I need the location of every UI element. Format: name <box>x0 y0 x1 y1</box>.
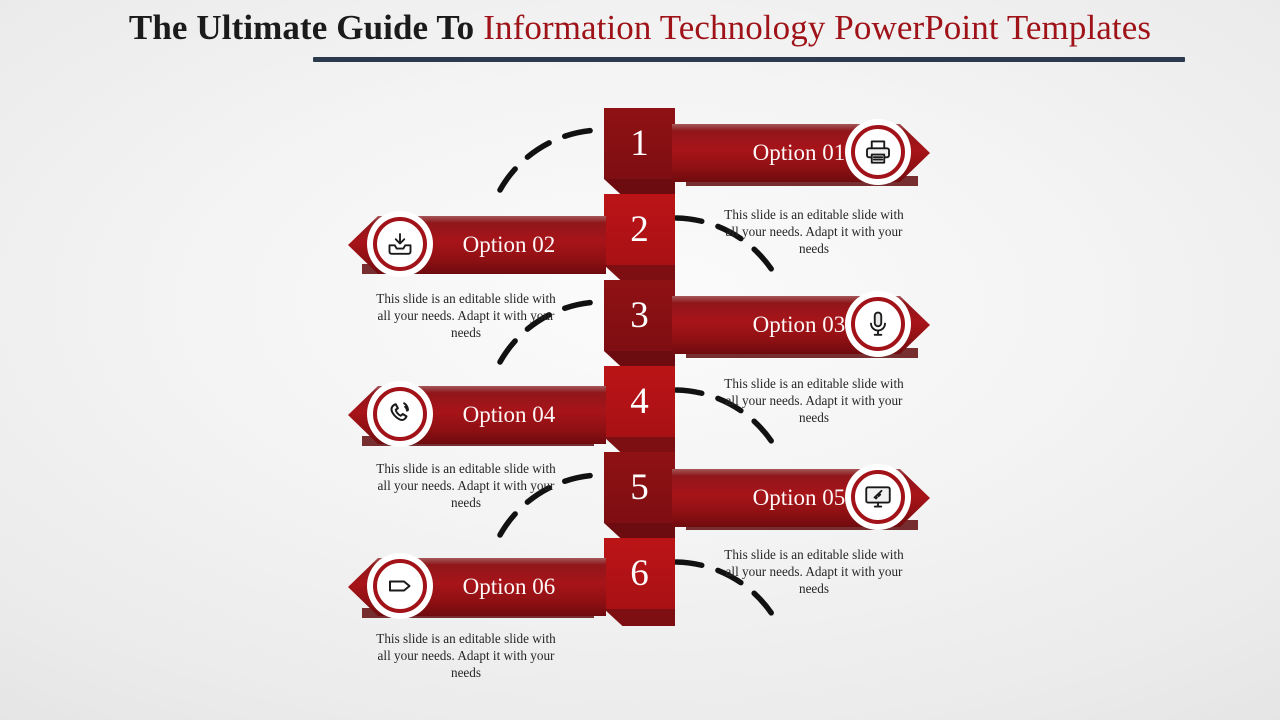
option-banner-1[interactable]: Option 01 <box>672 119 930 185</box>
option-banner-6[interactable]: Option 06 <box>348 553 606 619</box>
option-banner-3[interactable]: Option 03 <box>672 291 930 357</box>
option-label-4: Option 04 <box>462 402 556 427</box>
tag-label-icon <box>367 553 433 619</box>
microphone-icon <box>845 291 911 357</box>
option-description-3: This slide is an editable slide with all… <box>724 376 904 425</box>
number-block-1[interactable]: 1 <box>604 108 675 179</box>
option-description-5: This slide is an editable slide with all… <box>724 547 904 596</box>
option-description-2: This slide is an editable slide with all… <box>376 291 556 340</box>
desktop-monitor-icon <box>845 464 911 530</box>
number-fold-6 <box>604 609 675 626</box>
number-block-6[interactable]: 6 <box>604 538 675 609</box>
download-inbox-icon <box>367 211 433 277</box>
option-description-6: This slide is an editable slide with all… <box>376 631 556 680</box>
number-block-5[interactable]: 5 <box>604 452 675 523</box>
number-column: 1 2 3 4 5 6 <box>0 0 1280 720</box>
option-banner-5[interactable]: Option 05 <box>672 464 930 530</box>
phone-call-icon <box>367 381 433 447</box>
number-block-3[interactable]: 3 <box>604 280 675 351</box>
option-label-6: Option 06 <box>462 574 556 599</box>
option-description-4: This slide is an editable slide with all… <box>376 461 556 510</box>
option-description-1: This slide is an editable slide with all… <box>724 207 904 256</box>
option-banner-4[interactable]: Option 04 <box>348 381 606 447</box>
printer-icon <box>845 119 911 185</box>
option-banner-2[interactable]: Option 02 <box>348 211 606 277</box>
option-label-2: Option 02 <box>462 232 556 257</box>
number-block-4[interactable]: 4 <box>604 366 675 437</box>
number-block-2[interactable]: 2 <box>604 194 675 265</box>
